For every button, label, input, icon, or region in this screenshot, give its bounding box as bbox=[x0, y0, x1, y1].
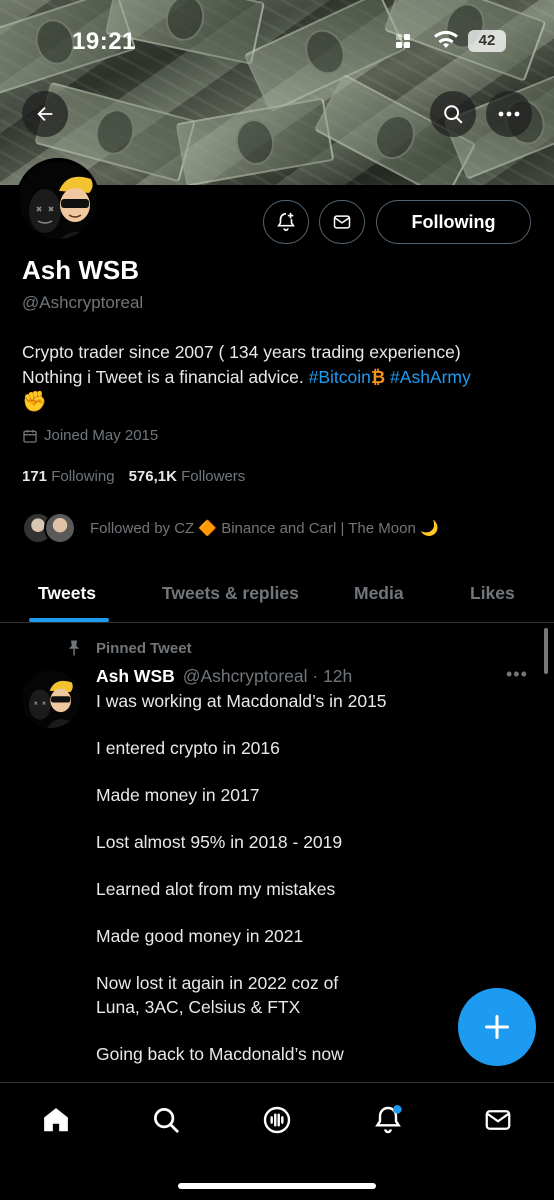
follow-counts: 171 Following 576,1K Followers bbox=[22, 468, 245, 485]
banner-bill bbox=[175, 97, 335, 185]
bitcoin-icon: ₿ bbox=[370, 367, 386, 387]
envelope-icon bbox=[333, 215, 351, 229]
nav-home[interactable] bbox=[36, 1100, 76, 1140]
compose-tweet-button[interactable] bbox=[458, 988, 536, 1066]
profile-name: Ash WSB bbox=[22, 255, 139, 285]
following-label: Following bbox=[51, 468, 115, 485]
joined-text: Joined May 2015 bbox=[44, 427, 159, 444]
status-bar: 19:21 42 bbox=[0, 0, 554, 80]
active-tab-indicator bbox=[29, 618, 109, 622]
plus-icon bbox=[484, 1014, 510, 1040]
home-indicator[interactable] bbox=[178, 1183, 376, 1189]
spaces-icon bbox=[263, 1106, 291, 1134]
followers-count-link[interactable]: 576,1K Followers bbox=[129, 468, 246, 485]
battery-icon: 42 bbox=[468, 30, 506, 52]
home-icon bbox=[44, 1108, 68, 1132]
profile-avatar[interactable] bbox=[16, 158, 100, 242]
bio-text: Nothing i Tweet is a financial advice. bbox=[22, 367, 309, 387]
status-time: 19:21 bbox=[72, 28, 136, 55]
follower-avatar bbox=[44, 512, 76, 544]
hashtag-link[interactable]: #Bitcoin bbox=[309, 367, 371, 387]
notifications-icon bbox=[375, 1105, 402, 1134]
message-button[interactable] bbox=[319, 200, 365, 244]
tweet-line: I entered crypto in 2016 bbox=[96, 738, 280, 758]
nav-notifications[interactable] bbox=[368, 1100, 408, 1140]
avatar-illustration bbox=[19, 161, 97, 239]
profile-bio: Crypto trader since 2007 ( 134 years tra… bbox=[22, 340, 532, 415]
fist-emoji-icon: ✊ bbox=[22, 391, 47, 413]
arrow-left-icon bbox=[37, 106, 53, 122]
profile-handle: @Ashcryptoreal bbox=[22, 293, 144, 312]
nav-messages[interactable] bbox=[478, 1100, 518, 1140]
followers-label: Followers bbox=[181, 468, 246, 485]
following-count: 171 bbox=[22, 468, 48, 485]
pinned-text: Pinned Tweet bbox=[96, 639, 192, 657]
tweet-line: Learned alot from my mistakes bbox=[96, 879, 336, 899]
tab-likes[interactable]: Likes bbox=[470, 583, 515, 604]
more-horizontal-icon bbox=[498, 111, 520, 117]
pinned-tweet-label: Pinned Tweet bbox=[64, 639, 192, 657]
followed-by-text: Followed by CZ 🔶 Binance and Carl | The … bbox=[90, 520, 439, 537]
search-icon bbox=[154, 1108, 179, 1133]
tweet-body[interactable]: I was working at Macdonald’s in 2015 I e… bbox=[96, 690, 516, 1090]
avatar-illustration bbox=[22, 670, 80, 728]
joined-date: Joined May 2015 bbox=[22, 427, 158, 444]
bio-line: Nothing i Tweet is a financial advice. #… bbox=[22, 365, 532, 390]
tab-tweets-replies[interactable]: Tweets & replies bbox=[162, 583, 299, 604]
tweet-author-meta: @Ashcryptoreal · 12h bbox=[182, 666, 353, 686]
tweet-author-name[interactable]: Ash WSB bbox=[96, 666, 175, 687]
tweet-line: Lost almost 95% in 2018 - 2019 bbox=[96, 832, 343, 852]
tab-media[interactable]: Media bbox=[354, 583, 404, 604]
pin-icon bbox=[68, 640, 80, 656]
tweet-line: Going back to Macdonald’s now bbox=[96, 1043, 344, 1064]
notifications-subscribe-button[interactable] bbox=[263, 200, 309, 244]
tab-tweets[interactable]: Tweets bbox=[38, 583, 96, 604]
tweet-header: Ash WSB @Ashcryptoreal · 12h bbox=[96, 666, 352, 687]
tweet-line: I was working at Macdonald’s in 2015 bbox=[96, 691, 387, 711]
cellular-signal-icon bbox=[396, 34, 414, 50]
messages-icon bbox=[485, 1110, 511, 1130]
tweet-line: Made money in 2017 bbox=[96, 785, 260, 805]
scrollbar[interactable] bbox=[544, 628, 548, 674]
tweet-line: Luna, 3AC, Celsius & FTX bbox=[96, 996, 301, 1017]
profile-tabs: Tweets Tweets & replies Media Likes bbox=[0, 566, 554, 623]
tweet-line: Made good money in 2021 bbox=[96, 926, 304, 946]
search-icon bbox=[444, 105, 463, 124]
wifi-icon bbox=[434, 30, 458, 56]
following-count-link[interactable]: 171 Following bbox=[22, 468, 115, 485]
following-button[interactable]: Following bbox=[376, 200, 531, 244]
more-options-button[interactable] bbox=[486, 91, 532, 137]
bell-plus-icon bbox=[277, 212, 295, 232]
followed-by-row[interactable]: Followed by CZ 🔶 Binance and Carl | The … bbox=[22, 512, 439, 544]
nav-spaces[interactable] bbox=[257, 1100, 297, 1140]
hashtag-link[interactable]: #AshArmy bbox=[390, 367, 471, 387]
tweet-more-button[interactable]: ••• bbox=[506, 664, 528, 685]
bio-line: Crypto trader since 2007 ( 134 years tra… bbox=[22, 342, 461, 362]
nav-search[interactable] bbox=[146, 1100, 186, 1140]
search-button[interactable] bbox=[430, 91, 476, 137]
back-button[interactable] bbox=[22, 91, 68, 137]
tweet-line: Now lost it again in 2022 coz of bbox=[96, 973, 339, 993]
followers-count: 576,1K bbox=[128, 468, 177, 485]
calendar-icon bbox=[23, 429, 37, 443]
tweet-author-avatar[interactable] bbox=[22, 670, 80, 728]
